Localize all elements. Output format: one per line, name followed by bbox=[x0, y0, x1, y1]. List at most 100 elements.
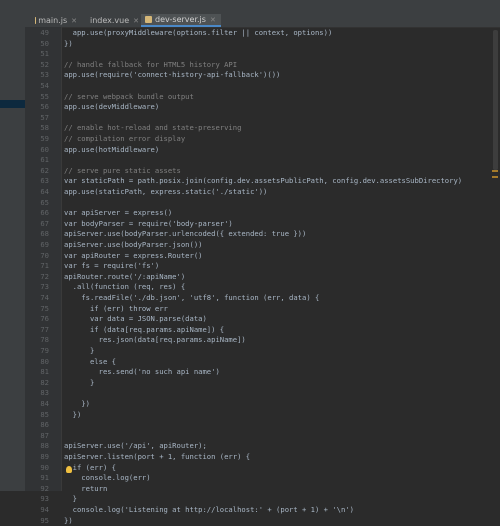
code-line[interactable]: 63 var staticPath = path.posix.join(confi… bbox=[25, 176, 500, 187]
code-text: fs.readFile('./db.json', 'utf8', functio… bbox=[64, 293, 319, 304]
code-line[interactable]: 84 }) bbox=[25, 399, 500, 410]
code-line[interactable]: 89apiServer.listen(port + 1, function (e… bbox=[25, 452, 500, 463]
line-number: 84 bbox=[25, 399, 49, 410]
code-line[interactable]: 83 bbox=[25, 388, 500, 399]
line-number: 62 bbox=[25, 166, 49, 177]
line-number: 61 bbox=[25, 155, 49, 166]
close-icon[interactable]: ✕ bbox=[210, 16, 216, 24]
tab-main-js[interactable]: main.js ✕ bbox=[31, 14, 81, 27]
tab-dev-server-js[interactable]: dev-server.js ✕ bbox=[141, 14, 221, 27]
line-number: 56 bbox=[25, 102, 49, 113]
code-line[interactable]: 93 } bbox=[25, 494, 500, 505]
warning-marker[interactable] bbox=[492, 176, 498, 178]
code-text: var staticPath = path.posix.join(config.… bbox=[64, 176, 462, 187]
code-line[interactable]: 95}) bbox=[25, 516, 500, 526]
code-text: apiServer.use('/api', apiRouter); bbox=[64, 441, 207, 452]
code-text: var apiRouter = express.Router() bbox=[64, 251, 202, 262]
code-line[interactable]: 91 console.log(err) bbox=[25, 473, 500, 484]
code-text: var fs = require('fs') bbox=[64, 261, 159, 272]
code-line[interactable]: 75 if (err) throw err bbox=[25, 304, 500, 315]
code-line[interactable]: 90 if (err) { bbox=[25, 463, 500, 474]
code-line[interactable]: 59// compilation error display bbox=[25, 134, 500, 145]
code-text: }) bbox=[64, 516, 73, 526]
line-number: 93 bbox=[25, 494, 49, 505]
code-line[interactable]: 71 var fs = require('fs') bbox=[25, 261, 500, 272]
line-number: 53 bbox=[25, 70, 49, 81]
code-text: apiServer.use(bodyParser.urlencoded({ ex… bbox=[64, 229, 306, 240]
code-text: res.send('no such api name') bbox=[64, 367, 220, 378]
line-number: 67 bbox=[25, 219, 49, 230]
close-icon[interactable]: ✕ bbox=[133, 17, 139, 25]
code-line[interactable]: 70var apiRouter = express.Router() bbox=[25, 251, 500, 262]
tab-label: main.js bbox=[38, 16, 67, 25]
line-number: 76 bbox=[25, 314, 49, 325]
code-line[interactable]: 76 var data = JSON.parse(data) bbox=[25, 314, 500, 325]
code-line[interactable]: 50}) bbox=[25, 39, 500, 50]
code-line[interactable]: 80 else { bbox=[25, 357, 500, 368]
code-line[interactable]: 82 } bbox=[25, 378, 500, 389]
code-text: app.use(hotMiddleware) bbox=[64, 145, 159, 156]
line-number: 94 bbox=[25, 505, 49, 516]
line-number: 57 bbox=[25, 113, 49, 124]
code-line[interactable]: 58// enable hot-reload and state-preserv… bbox=[25, 123, 500, 134]
code-text: } bbox=[64, 378, 94, 389]
code-text: // serve webpack bundle output bbox=[64, 92, 194, 103]
code-line[interactable]: 53 app.use(require('connect-history-api-f… bbox=[25, 70, 500, 81]
code-line[interactable]: 52// handle fallback for HTML5 history A… bbox=[25, 60, 500, 71]
code-text: // compilation error display bbox=[64, 134, 185, 145]
code-line[interactable]: 77 if (data[req.params.apiName]) { bbox=[25, 325, 500, 336]
js-file-icon bbox=[145, 16, 152, 23]
code-line[interactable]: 74 fs.readFile('./db.json', 'utf8', func… bbox=[25, 293, 500, 304]
line-number: 51 bbox=[25, 49, 49, 60]
code-line[interactable]: 49 app.use(proxyMiddleware(options.filte… bbox=[25, 28, 500, 39]
line-number: 79 bbox=[25, 346, 49, 357]
code-line[interactable]: 72apiRouter.route('/:apiName') bbox=[25, 272, 500, 283]
project-tree-selected-row[interactable] bbox=[0, 100, 25, 108]
code-line[interactable]: 54 bbox=[25, 81, 500, 92]
code-text: } bbox=[64, 346, 94, 357]
code-line[interactable]: 62// serve pure static assets bbox=[25, 166, 500, 177]
code-line[interactable]: 86 bbox=[25, 420, 500, 431]
code-line[interactable]: 61 bbox=[25, 155, 500, 166]
code-line[interactable]: 85 }) bbox=[25, 410, 500, 421]
lightbulb-icon[interactable] bbox=[66, 466, 72, 473]
line-number: 71 bbox=[25, 261, 49, 272]
code-line[interactable]: 94 console.log('Listening at http://loca… bbox=[25, 505, 500, 516]
code-line[interactable]: 68apiServer.use(bodyParser.urlencoded({ … bbox=[25, 229, 500, 240]
editor-tab-bar: main.js ✕ index.vue ✕ dev-server.js ✕ bbox=[25, 0, 500, 28]
code-line[interactable]: 92 return bbox=[25, 484, 500, 495]
code-line[interactable]: 57 bbox=[25, 113, 500, 124]
code-line[interactable]: 51 bbox=[25, 49, 500, 60]
editor-scrollbar[interactable] bbox=[493, 30, 498, 170]
code-line[interactable]: 81 res.send('no such api name') bbox=[25, 367, 500, 378]
tab-index-vue[interactable]: index.vue ✕ bbox=[83, 14, 139, 27]
code-text: var bodyParser = require('body-parser') bbox=[64, 219, 233, 230]
code-line[interactable]: 65 bbox=[25, 198, 500, 209]
code-line[interactable]: 69apiServer.use(bodyParser.json()) bbox=[25, 240, 500, 251]
code-line[interactable]: 55// serve webpack bundle output bbox=[25, 92, 500, 103]
code-text: if (err) throw err bbox=[64, 304, 168, 315]
code-text: }) bbox=[64, 410, 81, 421]
line-number: 49 bbox=[25, 28, 49, 39]
code-line[interactable]: 67 var bodyParser = require('body-parser'… bbox=[25, 219, 500, 230]
line-number: 86 bbox=[25, 420, 49, 431]
code-text: else { bbox=[64, 357, 116, 368]
warning-marker[interactable] bbox=[492, 170, 498, 172]
line-number: 58 bbox=[25, 123, 49, 134]
code-line[interactable]: 73 .all(function (req, res) { bbox=[25, 282, 500, 293]
code-line[interactable]: 66var apiServer = express() bbox=[25, 208, 500, 219]
code-line[interactable]: 78 res.json(data[req.params.apiName]) bbox=[25, 335, 500, 346]
line-number: 87 bbox=[25, 431, 49, 442]
close-icon[interactable]: ✕ bbox=[71, 17, 77, 25]
code-line[interactable]: 88apiServer.use('/api', apiRouter); bbox=[25, 441, 500, 452]
code-line[interactable]: 56app.use(devMiddleware) bbox=[25, 102, 500, 113]
code-line[interactable]: 64app.use(staticPath, express.static('./… bbox=[25, 187, 500, 198]
code-text: if (data[req.params.apiName]) { bbox=[64, 325, 224, 336]
line-number: 95 bbox=[25, 516, 49, 526]
line-number: 54 bbox=[25, 81, 49, 92]
code-line[interactable]: 60app.use(hotMiddleware) bbox=[25, 145, 500, 156]
code-line[interactable]: 79 } bbox=[25, 346, 500, 357]
code-text: app.use(require('connect-history-api-fal… bbox=[64, 70, 280, 81]
line-number: 63 bbox=[25, 176, 49, 187]
code-line[interactable]: 87 bbox=[25, 431, 500, 442]
